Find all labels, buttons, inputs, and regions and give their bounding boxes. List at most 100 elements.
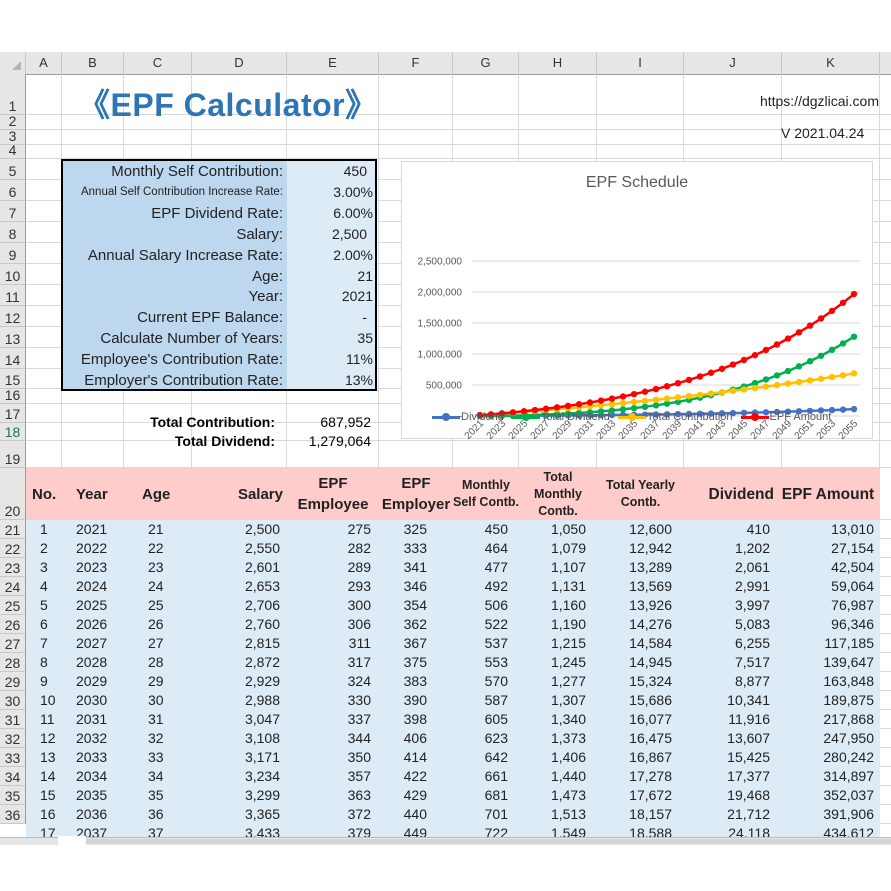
data-point[interactable]	[718, 365, 726, 372]
data-point[interactable]	[850, 370, 858, 377]
legend-item[interactable]: EPF Amount	[740, 411, 831, 423]
data-point[interactable]	[751, 351, 759, 359]
column-header-k[interactable]: K	[782, 52, 880, 74]
table-row[interactable]: 5 2025 25 2,706 300 354 506 1,160 13,926 3,997 76,…	[26, 596, 880, 615]
row-header-28[interactable]: 28	[0, 653, 26, 672]
row-header-11[interactable]: 11	[0, 285, 26, 306]
row-header-34[interactable]: 34	[0, 767, 26, 786]
row-header-25[interactable]: 25	[0, 596, 26, 615]
table-cell[interactable]: 76,987	[26, 596, 874, 615]
data-point[interactable]	[696, 373, 704, 380]
row-header-19[interactable]: 19	[0, 441, 26, 468]
data-point[interactable]	[553, 404, 561, 411]
row-header-32[interactable]: 32	[0, 729, 26, 748]
column-header-a[interactable]: A	[26, 52, 62, 74]
row-header-33[interactable]: 33	[0, 748, 26, 767]
data-point[interactable]	[575, 401, 583, 408]
data-point[interactable]	[685, 392, 693, 400]
row-header-26[interactable]: 26	[0, 615, 26, 634]
sheet-tab-area[interactable]	[58, 836, 86, 845]
row-header-29[interactable]: 29	[0, 672, 26, 691]
table-row[interactable]: 15 2035 35 3,299 363 429 681 1,473 17,672 19,468 3…	[26, 786, 880, 805]
data-point[interactable]	[663, 383, 671, 390]
table-cell[interactable]: 314,897	[26, 767, 874, 786]
row-header-6[interactable]: 6	[0, 180, 26, 201]
row-header-1[interactable]: 1	[0, 74, 26, 115]
legend-item[interactable]: Total Dividend	[511, 411, 610, 423]
data-point[interactable]	[773, 372, 781, 379]
table-cell[interactable]: 27,154	[26, 539, 874, 558]
row-header-15[interactable]: 15	[0, 369, 26, 389]
input-value[interactable]: 2,500	[332, 224, 367, 245]
row-header-13[interactable]: 13	[0, 327, 26, 348]
table-row[interactable]: 16 2036 36 3,365 372 440 701 1,513 18,157 21,712 3…	[26, 805, 880, 824]
table-row[interactable]: 10 2030 30 2,988 330 390 587 1,307 15,686 10,341 1…	[26, 691, 880, 710]
column-header-b[interactable]: B	[62, 52, 124, 74]
data-point[interactable]	[652, 385, 660, 393]
data-point[interactable]	[817, 352, 825, 359]
data-point[interactable]	[597, 397, 605, 404]
table-row[interactable]: 3 2023 23 2,601 289 341 477 1,107 13,289 2,061 42,…	[26, 558, 880, 577]
data-point[interactable]	[641, 397, 649, 405]
epf-schedule-chart[interactable]: EPF Schedule -500,000 1,000,000 1,500,000 2…	[401, 161, 873, 442]
table-row[interactable]: 6 2026 26 2,760 306 362 522 1,190 14,276 5,083 96,…	[26, 615, 880, 634]
input-value[interactable]: 35	[357, 328, 373, 349]
data-point[interactable]	[564, 402, 572, 410]
column-header-d[interactable]: D	[192, 52, 287, 74]
column-header-j[interactable]: J	[684, 52, 782, 74]
table-cell[interactable]: 96,346	[26, 615, 874, 634]
table-row[interactable]: 8 2028 28 2,872 317 375 553 1,245 14,945 7,517 139…	[26, 653, 880, 672]
data-point[interactable]	[663, 395, 671, 402]
data-point[interactable]	[762, 346, 770, 354]
data-point[interactable]	[586, 399, 594, 406]
data-point[interactable]	[839, 340, 847, 347]
input-value[interactable]: 6.00%	[333, 203, 373, 224]
table-row[interactable]: 2 2022 22 2,550 282 333 464 1,079 12,942 1,202 27,…	[26, 539, 880, 558]
data-point[interactable]	[740, 356, 748, 364]
table-cell[interactable]: 42,504	[26, 558, 874, 577]
data-point[interactable]	[828, 307, 836, 315]
table-cell[interactable]: 280,242	[26, 748, 874, 767]
data-point[interactable]	[795, 329, 803, 336]
row-header-8[interactable]: 8	[0, 222, 26, 243]
table-cell[interactable]: 352,037	[26, 786, 874, 805]
row-header-27[interactable]: 27	[0, 634, 26, 653]
data-point[interactable]	[729, 361, 737, 368]
horizontal-scrollbar[interactable]	[0, 836, 891, 845]
data-point[interactable]	[817, 375, 825, 382]
row-header-35[interactable]: 35	[0, 786, 26, 805]
data-point[interactable]	[784, 335, 792, 342]
input-value[interactable]: 2021	[342, 286, 373, 307]
data-point[interactable]	[707, 369, 715, 376]
data-point[interactable]	[828, 346, 836, 354]
data-point[interactable]	[850, 333, 858, 340]
table-cell[interactable]: 247,950	[26, 729, 874, 748]
data-point[interactable]	[630, 390, 638, 398]
input-value[interactable]: 21	[357, 266, 373, 287]
table-row[interactable]: 9 2029 29 2,929 324 383 570 1,277 15,324 8,877 163…	[26, 672, 880, 691]
column-header-i[interactable]: I	[597, 52, 684, 74]
row-header-12[interactable]: 12	[0, 306, 26, 327]
table-cell[interactable]: 189,875	[26, 691, 874, 710]
table-cell[interactable]: 217,868	[26, 710, 874, 729]
table-row[interactable]: 12 2032 32 3,108 344 406 623 1,373 16,475 13,607 2…	[26, 729, 880, 748]
data-point[interactable]	[751, 384, 759, 392]
row-header-17[interactable]: 17	[0, 404, 26, 423]
data-point[interactable]	[806, 322, 814, 329]
row-header-10[interactable]: 10	[0, 264, 26, 285]
row-header-22[interactable]: 22	[0, 539, 26, 558]
data-point[interactable]	[707, 390, 715, 397]
data-point[interactable]	[850, 290, 858, 298]
row-header-9[interactable]: 9	[0, 243, 26, 264]
data-point[interactable]	[806, 358, 814, 365]
input-value[interactable]: 11%	[346, 349, 373, 370]
row-header-5[interactable]: 5	[0, 159, 26, 180]
data-point[interactable]	[685, 376, 693, 384]
website-url[interactable]: https://dgzlicai.com	[760, 93, 879, 109]
row-header-16[interactable]: 16	[0, 387, 26, 404]
input-value[interactable]: 3.00%	[333, 182, 373, 203]
data-point[interactable]	[729, 387, 737, 395]
data-point[interactable]	[641, 388, 649, 395]
table-cell[interactable]: 117,185	[26, 634, 874, 653]
series-total-dividend[interactable]	[476, 333, 858, 420]
